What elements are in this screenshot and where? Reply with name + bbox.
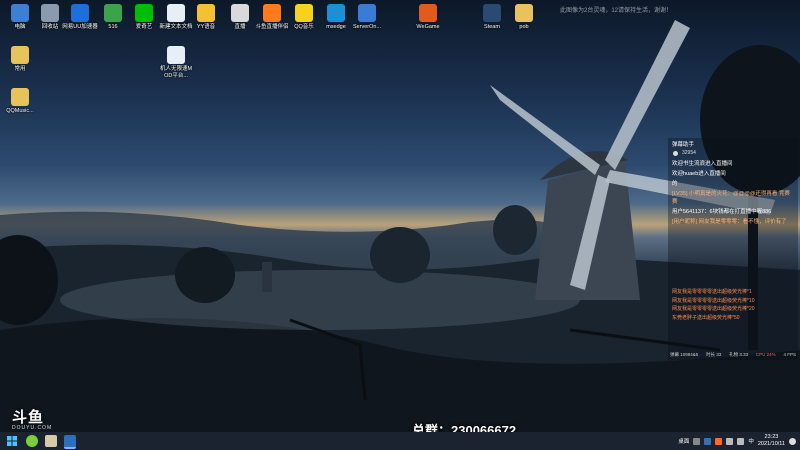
edge-icon bbox=[327, 4, 345, 22]
notification-icon[interactable] bbox=[789, 437, 796, 445]
chat-panel: 弹幕助手 32954 欢迎书生流浪进入直播间 欢迎huaeb进入直播间的 [LV35… bbox=[668, 138, 798, 360]
desktop-icon[interactable]: YY语音 bbox=[188, 4, 224, 31]
group-number-caption: 总群：230066672 bbox=[412, 423, 517, 432]
chat-message: 用户5641137：6块钱都在打直播中喔886 bbox=[672, 209, 772, 215]
chat-title: 弹幕助手 bbox=[672, 142, 695, 148]
desktop-icon[interactable]: 直播 bbox=[222, 4, 258, 31]
stat-gifts: 礼物 3.33 bbox=[729, 352, 749, 357]
desktop-icon[interactable]: 机人无限速MOD平台... bbox=[158, 46, 194, 79]
iqiyi-icon bbox=[135, 4, 153, 22]
desktop-icon[interactable]: QQ音乐 bbox=[286, 4, 322, 31]
desktop-icon-label: 爱奇艺 bbox=[135, 24, 153, 30]
live-folder-icon bbox=[231, 4, 249, 22]
pinned-folder-icon[interactable] bbox=[45, 435, 57, 447]
desktop-icon-label: 网易UU加速器 bbox=[62, 24, 98, 30]
stat-duration: 时长 33 bbox=[706, 352, 722, 357]
clock-time: 23:23 bbox=[764, 434, 779, 440]
tray-desktop-label[interactable]: 桌面 bbox=[678, 437, 689, 445]
chat-messages: 欢迎书生流浪进入直播间 欢迎huaeb进入直播间的 [LV35] 小明真是的火花：@… bbox=[668, 160, 798, 226]
douyu-logo-text: 斗鱼 bbox=[12, 409, 45, 426]
document-icon bbox=[167, 46, 185, 64]
edge-taskbar-icon[interactable] bbox=[64, 435, 76, 449]
system-tray: 桌面 中 23:23 2021/10/11 bbox=[678, 432, 796, 450]
stream-watermark: 此图像为2台灵魂，12请保持生活，谢谢！ bbox=[560, 8, 673, 14]
gift-message: 网友我是零零零零送出超级荧光棒*10 bbox=[672, 297, 755, 304]
desktop-icon-label: pob bbox=[519, 24, 529, 30]
desktop-icon-label: ServerOn... bbox=[352, 24, 382, 30]
desktop-icon[interactable]: 网易UU加速器 bbox=[62, 4, 98, 31]
chat-message: 欢迎huaeb进入直播间 bbox=[672, 171, 726, 177]
desktop: 电脑 回收站 网易UU加速器 516 爱奇艺 新建文本文档 YY语音 直播 斗鱼直播伴侣 QQ音乐… bbox=[0, 0, 800, 432]
qq-music-icon bbox=[295, 4, 313, 22]
douyu-logo-subtext: DOUYU.COM bbox=[12, 425, 53, 431]
desktop-icon-label: 斗鱼直播伴侣 bbox=[255, 24, 289, 30]
chat-message: 的 bbox=[672, 181, 678, 187]
windows-start-icon[interactable] bbox=[6, 435, 18, 447]
desktop-icon[interactable]: WeGame bbox=[410, 4, 446, 31]
uu-booster-icon bbox=[71, 4, 89, 22]
desktop-icon[interactable]: Steam bbox=[474, 4, 510, 31]
desktop-icon-label: 直播 bbox=[234, 24, 246, 30]
notebook-icon bbox=[104, 4, 122, 22]
gift-list: 网友我是零零零零送出超级荧光棒*1 网友我是零零零零送出超级荧光棒*10 网友我是零… bbox=[672, 288, 755, 322]
desktop-icon-label: Steam bbox=[484, 24, 500, 30]
clock[interactable]: 23:23 2021/10/11 bbox=[758, 434, 785, 448]
tray-douyu-icon[interactable] bbox=[715, 437, 723, 445]
desktop-icon-label: QQMusic... bbox=[6, 108, 34, 114]
douyu-logo: 斗鱼 DOUYU.COM bbox=[12, 410, 52, 431]
douyu-companion-icon bbox=[263, 4, 281, 22]
desktop-icon[interactable]: ServerOn... bbox=[349, 4, 385, 31]
desktop-icon-label: WeGame bbox=[416, 24, 440, 30]
volume-icon[interactable] bbox=[737, 437, 745, 445]
desktop-icon[interactable]: pob bbox=[506, 4, 542, 31]
tray-app-icon[interactable] bbox=[704, 437, 712, 445]
yy-voice-icon bbox=[197, 4, 215, 22]
input-language[interactable]: 中 bbox=[748, 437, 754, 445]
folder-icon bbox=[515, 4, 533, 22]
recycle-bin-icon bbox=[41, 4, 59, 22]
viewer-count: 32954 bbox=[668, 150, 798, 160]
folder-icon bbox=[11, 46, 29, 64]
desktop-icon-label: QQ音乐 bbox=[294, 24, 314, 30]
pinned-app-icon[interactable] bbox=[26, 435, 38, 447]
chat-message: [LV35] 小明真是的火花：@@@@还得再看 竞赛赛 bbox=[672, 191, 790, 205]
wegame-icon bbox=[419, 4, 437, 22]
desktop-icon[interactable]: 常用 bbox=[2, 46, 38, 73]
clock-date: 2021/10/11 bbox=[757, 441, 785, 447]
gift-message: 网友我是零零零零送出超级荧光棒*20 bbox=[672, 306, 755, 312]
steam-icon bbox=[483, 4, 501, 22]
text-document-icon bbox=[167, 4, 185, 22]
network-icon[interactable] bbox=[726, 437, 734, 445]
folder-icon bbox=[11, 88, 29, 106]
desktop-icon-label: 机人无限速MOD平台... bbox=[159, 66, 193, 79]
desktop-icon[interactable]: QQMusic... bbox=[2, 88, 38, 115]
gift-message: 网友我是零零零零送出超级荧光棒*1 bbox=[672, 289, 752, 295]
chat-message: [用户昵称] 网友我是零零零：看不懂，评价有了 bbox=[672, 219, 787, 225]
stat-danmaku: 弹幕 10994&5 bbox=[670, 352, 699, 357]
desktop-icon-label: YY语音 bbox=[196, 24, 216, 30]
stat-fps: 4 FPS bbox=[783, 352, 796, 357]
taskbar: 桌面 中 23:23 2021/10/11 bbox=[0, 432, 800, 450]
stat-cpu: CPU 24% bbox=[755, 352, 776, 357]
computer-icon bbox=[11, 4, 29, 22]
desktop-icon[interactable]: 爱奇艺 bbox=[126, 4, 162, 31]
chevron-up-icon[interactable] bbox=[693, 437, 701, 445]
desktop-icon[interactable]: 斗鱼直播伴侣 bbox=[254, 4, 290, 31]
chat-message: 欢迎书生流浪进入直播间 bbox=[672, 161, 733, 167]
server-app-icon bbox=[358, 4, 376, 22]
desktop-icon-label: 常用 bbox=[14, 66, 26, 72]
stream-stats: 弹幕 10994&5 时长 33 礼物 3.33 CPU 24% 4 FPS bbox=[668, 352, 798, 358]
gift-message: 东莞老胖子送出超级荧光棒*50 bbox=[672, 314, 740, 321]
